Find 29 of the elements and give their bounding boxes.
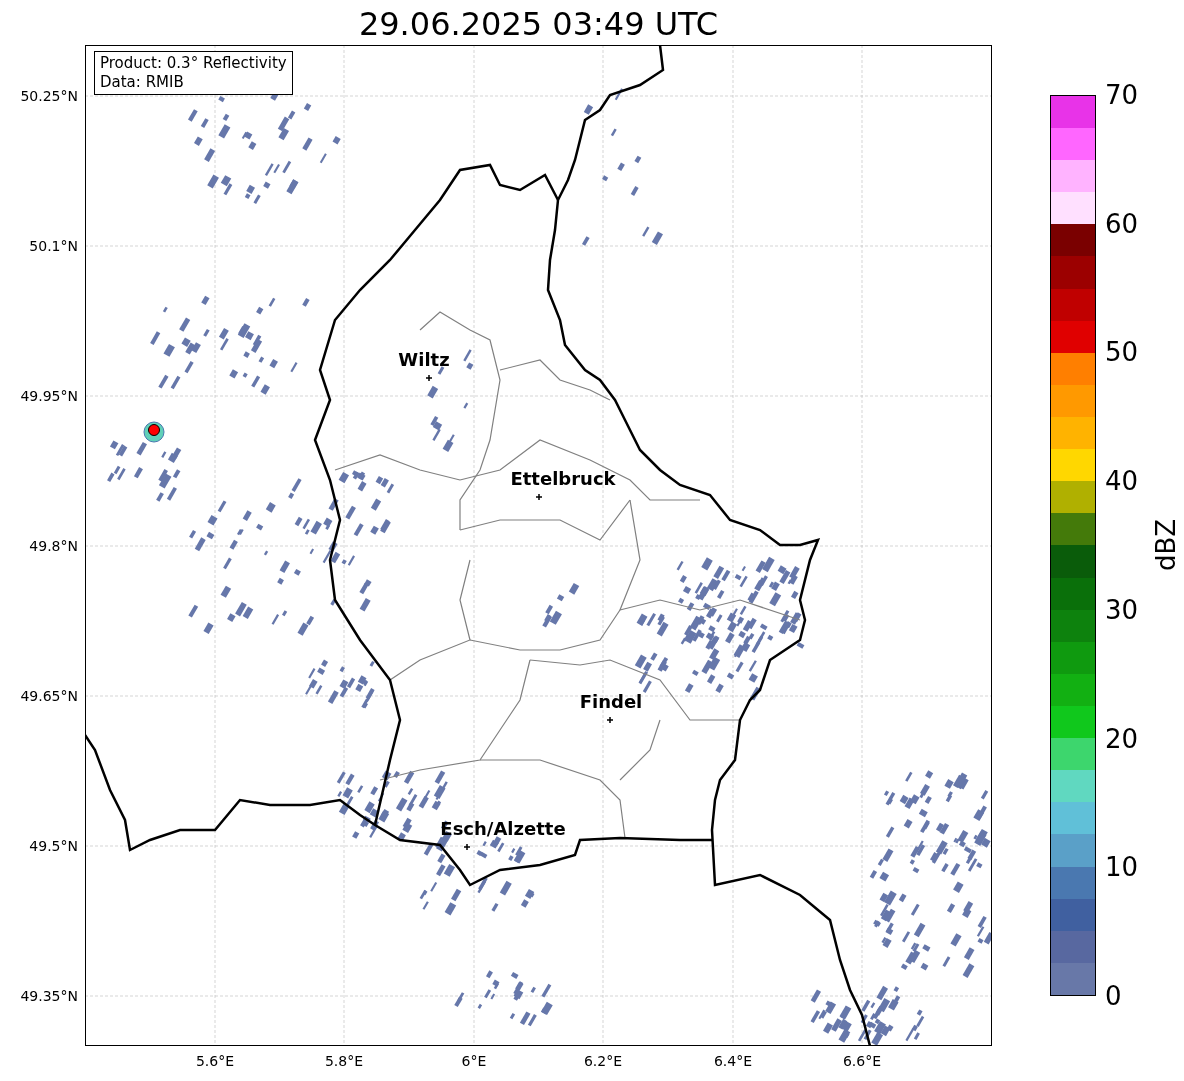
colorbar-tick-label: 60 — [1105, 208, 1139, 239]
axis-tick-label: 50.25°N — [19, 87, 78, 105]
axis-tick-label: 6.6°E — [842, 1052, 882, 1070]
city-label: Ettelbruck — [510, 469, 616, 489]
axis-tick-label: 5.6°E — [195, 1052, 235, 1070]
chart-title: 29.06.2025 03:49 UTC — [357, 4, 720, 44]
colorbar-tick-label: 10 — [1105, 852, 1139, 883]
axis-tick-label: 6.4°E — [713, 1052, 753, 1070]
colorbar-tick-label: 70 — [1105, 80, 1139, 110]
axis-tick-label: 6.2°E — [583, 1052, 623, 1070]
axis-tick-label: 49.65°N — [19, 687, 78, 705]
city-label: Wiltz — [398, 350, 450, 370]
colorbar-label: dBZ — [1151, 518, 1182, 572]
axis-tick-label: 49.8°N — [28, 537, 78, 555]
city-label: Findel — [579, 692, 643, 712]
colorbar-tick-label: 0 — [1105, 981, 1122, 1011]
colorbar-tick-label: 50 — [1105, 337, 1139, 368]
axis-tick-label: 6°E — [461, 1052, 487, 1070]
legend-text: Product: 0.3° Reflectivity — [100, 54, 287, 73]
axis-tick-label: 5.8°E — [324, 1052, 364, 1070]
axis-tick-label: 49.35°N — [19, 987, 78, 1005]
axis-tick-label: 49.5°N — [28, 837, 78, 855]
axis-tick-label: 50.1°N — [28, 237, 78, 255]
legend-text: Data: RMIB — [100, 73, 185, 92]
colorbar-tick-label: 30 — [1105, 594, 1139, 625]
colorbar-tick-label: 40 — [1105, 466, 1139, 497]
axis-tick-label: 49.95°N — [19, 387, 78, 405]
city-label: Esch/Alzette — [440, 819, 566, 839]
colorbar-tick-label: 20 — [1105, 723, 1139, 754]
